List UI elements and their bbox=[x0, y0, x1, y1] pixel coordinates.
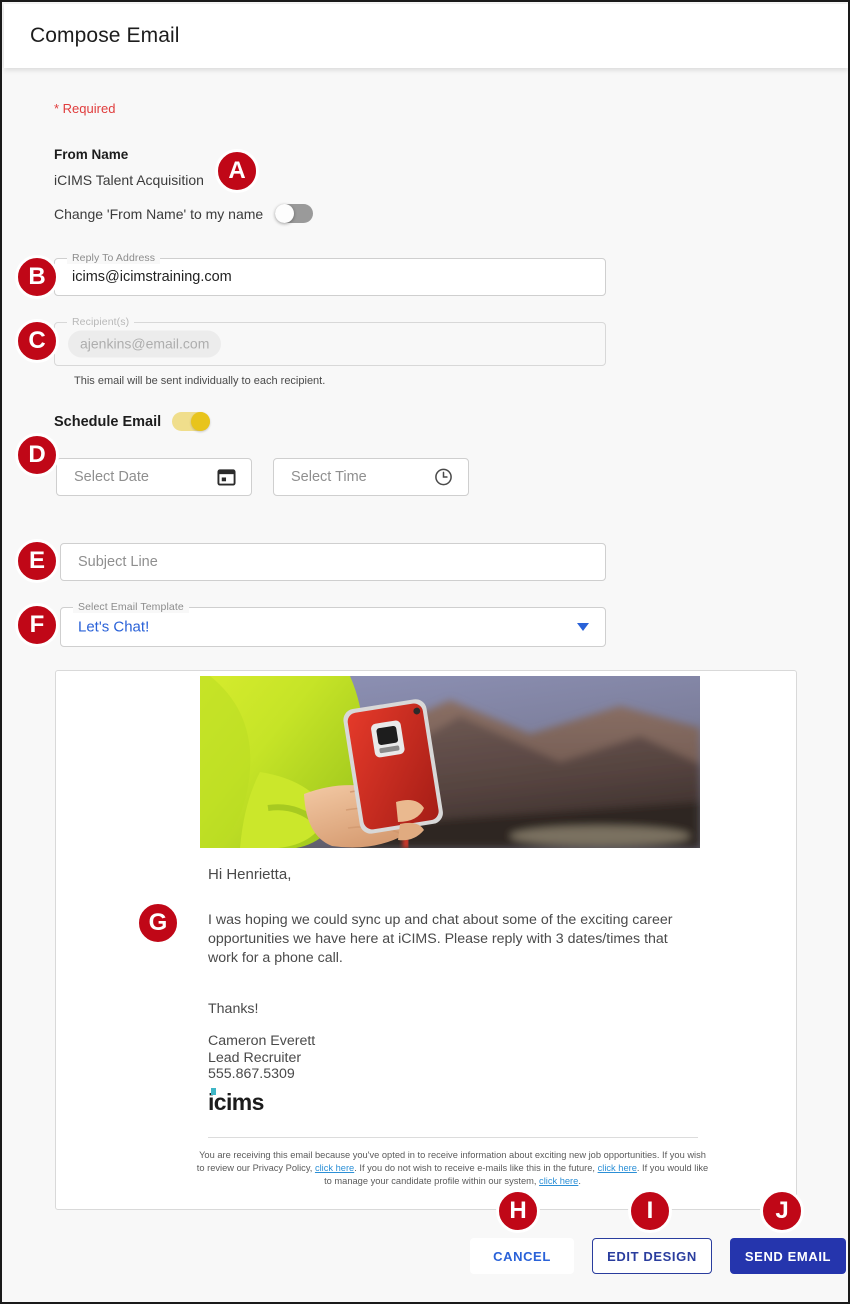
manage-profile-link[interactable]: click here bbox=[539, 1176, 578, 1186]
select-time-placeholder: Select Time bbox=[291, 469, 367, 485]
reply-to-address-field[interactable]: Reply To Address icims@icimstraining.com bbox=[54, 252, 606, 296]
hero-image bbox=[200, 676, 700, 848]
signature-title: Lead Recruiter bbox=[208, 1049, 302, 1066]
signature-phone: 555.867.5309 bbox=[208, 1066, 295, 1082]
icims-logo-dot bbox=[210, 1088, 216, 1095]
required-note: * Required bbox=[54, 101, 116, 116]
recipient-chip[interactable]: ajenkins@email.com bbox=[68, 330, 222, 358]
change-from-name-row: Change 'From Name' to my name bbox=[54, 204, 314, 223]
icims-logo: icims bbox=[208, 1088, 264, 1116]
email-signature: Cameron Everett Lead Recruiter 555.867.5… bbox=[208, 1033, 315, 1083]
annotation-badge-g: G bbox=[136, 901, 180, 945]
subject-line-field[interactable]: Subject Line bbox=[60, 543, 606, 581]
from-name-value: iCIMS Talent Acquisition bbox=[54, 172, 204, 188]
annotation-badge-e: E bbox=[15, 539, 59, 583]
email-body: I was hoping we could sync up and chat a… bbox=[208, 912, 673, 966]
cancel-button[interactable]: CANCEL bbox=[470, 1238, 574, 1274]
compose-email-page: Compose Email * Required From Name iCIMS… bbox=[0, 0, 850, 1304]
select-date-placeholder: Select Date bbox=[74, 469, 149, 485]
schedule-email-label: Schedule Email bbox=[54, 413, 162, 430]
select-date-field[interactable]: Select Date bbox=[56, 458, 252, 496]
select-time-field[interactable]: Select Time bbox=[273, 458, 469, 496]
change-from-name-toggle[interactable] bbox=[275, 204, 314, 223]
annotation-badge-a: A bbox=[215, 149, 259, 193]
schedule-email-row: Schedule Email bbox=[54, 412, 211, 431]
toggle-knob bbox=[191, 412, 211, 431]
annotation-badge-h: H bbox=[496, 1189, 540, 1233]
reply-to-address-value: icims@icimstraining.com bbox=[72, 269, 232, 285]
annotation-badge-c: C bbox=[15, 319, 59, 363]
email-footer-disclaimer: You are receiving this email because you… bbox=[196, 1149, 709, 1188]
privacy-policy-link[interactable]: click here bbox=[315, 1163, 354, 1173]
footer-text-2: . If you do not wish to receive e-mails … bbox=[354, 1163, 598, 1173]
email-greeting: Hi Henrietta, bbox=[208, 866, 292, 883]
schedule-email-toggle[interactable] bbox=[172, 412, 211, 431]
footer-text-4: . bbox=[578, 1176, 581, 1186]
icims-logo-text: icims bbox=[208, 1089, 264, 1115]
calendar-icon[interactable] bbox=[217, 468, 236, 487]
annotation-badge-j: J bbox=[760, 1189, 804, 1233]
page-title: Compose Email bbox=[30, 24, 180, 47]
chevron-down-icon[interactable] bbox=[577, 623, 589, 631]
annotation-badge-i: I bbox=[628, 1189, 672, 1233]
recipients-legend: Recipient(s) bbox=[67, 316, 135, 328]
page-header: Compose Email bbox=[4, 4, 848, 68]
recipients-field[interactable]: Recipient(s) ajenkins@email.com bbox=[54, 316, 606, 366]
signature-name: Cameron Everett bbox=[208, 1033, 316, 1049]
annotation-badge-b: B bbox=[15, 255, 59, 299]
email-template-legend: Select Email Template bbox=[73, 601, 189, 613]
form-body: * Required From Name iCIMS Talent Acquis… bbox=[4, 68, 848, 1302]
edit-design-button[interactable]: EDIT DESIGN bbox=[592, 1238, 712, 1274]
reply-to-address-legend: Reply To Address bbox=[67, 252, 161, 264]
clock-icon[interactable] bbox=[434, 468, 453, 487]
annotation-badge-f: F bbox=[15, 603, 59, 647]
toggle-knob bbox=[275, 204, 295, 223]
footer-divider bbox=[208, 1137, 698, 1138]
annotation-badge-d: D bbox=[15, 433, 59, 477]
send-email-button[interactable]: SEND EMAIL bbox=[730, 1238, 846, 1274]
recipients-helper-text: This email will be sent individually to … bbox=[74, 375, 326, 387]
unsubscribe-link[interactable]: click here bbox=[598, 1163, 637, 1173]
email-thanks: Thanks! bbox=[208, 1001, 259, 1017]
subject-line-placeholder: Subject Line bbox=[78, 554, 158, 570]
from-name-label: From Name bbox=[54, 147, 129, 162]
email-template-select[interactable]: Select Email Template Let's Chat! bbox=[60, 601, 606, 647]
email-template-value: Let's Chat! bbox=[78, 618, 150, 636]
change-from-name-label: Change 'From Name' to my name bbox=[54, 205, 264, 222]
